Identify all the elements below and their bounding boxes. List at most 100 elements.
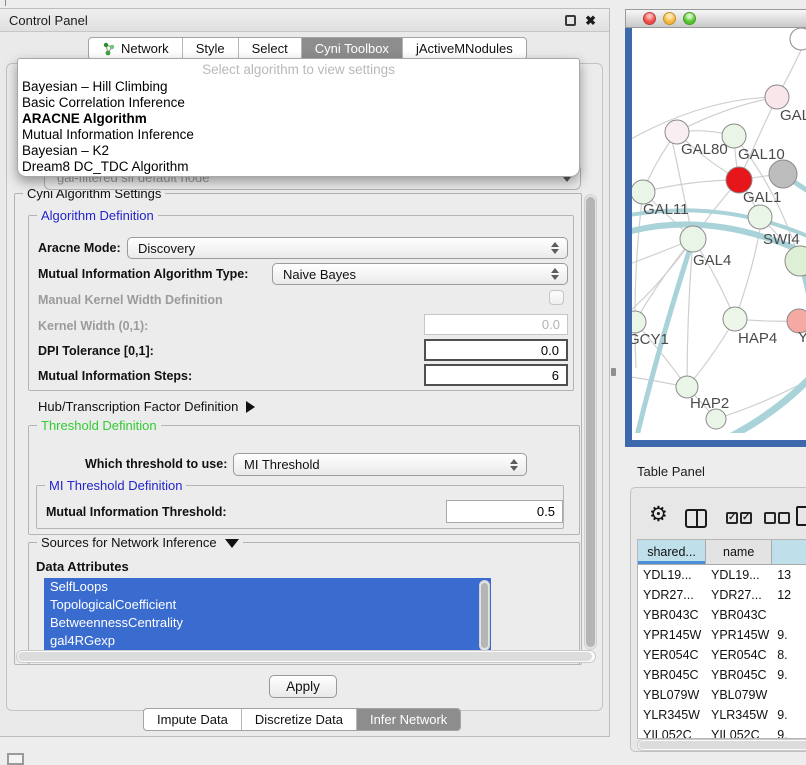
algorithm-option-mutual-information[interactable]: Mutual Information Inference [18, 127, 579, 143]
table-row[interactable]: YER054CYER054C8. [638, 645, 806, 665]
data-attributes-scrollbar-thumb[interactable] [481, 583, 488, 648]
tab-impute-data[interactable]: Impute Data [144, 709, 242, 730]
table-cell: YER054C [638, 648, 706, 662]
settings-vertical-scrollbar[interactable] [584, 194, 597, 650]
data-attribute-item[interactable]: SelfLoops [44, 578, 491, 596]
network-edge[interactable] [643, 180, 739, 192]
window-close-icon[interactable] [643, 12, 656, 25]
algorithm-option-bayesian-hill-climbing[interactable]: Bayesian – Hill Climbing [18, 79, 579, 95]
algorithm-option-aracne[interactable]: ARACNE Algorithm [18, 111, 579, 127]
mi-threshold-definition-title: MI Threshold Definition [45, 478, 186, 493]
table-row[interactable]: YBL079WYBL079W [638, 685, 806, 705]
tab-discretize-data[interactable]: Discretize Data [242, 709, 357, 730]
control-panel-title: Control Panel [0, 13, 88, 28]
network-edge[interactable] [632, 239, 693, 316]
expand-arrow-icon[interactable] [246, 401, 255, 413]
tab-infer-network[interactable]: Infer Network [357, 709, 460, 730]
table-row[interactable]: YIL052CYIL052C9. [638, 725, 806, 739]
unchecked-checkbox-icon[interactable] [764, 512, 776, 524]
float-window-icon[interactable] [565, 15, 576, 26]
table-row[interactable]: YLR345WYLR345W9. [638, 705, 806, 725]
mi-threshold-field[interactable]: 0.5 [446, 500, 563, 523]
dpi-tolerance-label: DPI Tolerance [0,1]: [38, 344, 154, 358]
network-edge[interactable] [693, 239, 735, 319]
network-node-swi4[interactable] [748, 205, 772, 229]
network-node-gcy1[interactable] [632, 311, 646, 333]
settings-vertical-scrollbar-thumb[interactable] [586, 197, 595, 647]
window-zoom-icon[interactable] [683, 12, 696, 25]
network-node-gal4[interactable] [680, 226, 706, 252]
network-window-titlebar[interactable] [625, 9, 806, 28]
settings-gear-icon[interactable]: ⚙ [649, 505, 668, 525]
table-row[interactable]: YDL19...YDL19...13 [638, 565, 806, 585]
settings-horizontal-scrollbar-thumb[interactable] [18, 652, 592, 661]
table-row[interactable]: YDR27...YDR27...12 [638, 585, 806, 605]
network-node-label: Y [798, 329, 806, 346]
settings-horizontal-scrollbar[interactable] [16, 650, 596, 663]
network-node-gal[interactable] [765, 85, 789, 109]
algorithm-option-basic-correlation[interactable]: Basic Correlation Inference [18, 95, 579, 111]
network-node-hap4[interactable] [723, 307, 747, 331]
network-node[interactable] [790, 28, 806, 50]
split-columns-icon[interactable] [685, 509, 707, 528]
mi-steps-field[interactable]: 6 [424, 364, 568, 386]
algorithm-option-bayesian-k2[interactable]: Bayesian – K2 [18, 143, 579, 159]
table-cell: YBR045C [706, 668, 772, 682]
hub-transcription-factor-section[interactable]: Hub/Transcription Factor Definition [38, 399, 255, 414]
network-node[interactable] [769, 160, 797, 188]
node-table-body: YDL19...YDL19...13YDR27...YDR27...12YBR0… [638, 565, 806, 739]
close-icon[interactable]: ✖ [585, 15, 596, 26]
network-edge[interactable] [735, 229, 760, 319]
window-minimize-icon[interactable] [663, 12, 676, 25]
tab-select[interactable]: Select [239, 38, 302, 59]
panel-divider-grip[interactable] [611, 368, 616, 376]
apply-button[interactable]: Apply [269, 675, 337, 698]
network-node[interactable] [706, 409, 726, 429]
dpi-tolerance-field[interactable]: 0.0 [424, 339, 568, 361]
manual-kernel-width-checkbox[interactable] [549, 290, 564, 305]
table-horizontal-scrollbar[interactable] [637, 739, 806, 751]
column-header-shared-name[interactable]: shared... [638, 540, 706, 565]
network-node-label: GAL80 [681, 141, 728, 158]
table-row[interactable]: YBR045CYBR045C9. [638, 665, 806, 685]
partial-corner-icon[interactable] [7, 753, 24, 765]
data-attributes-label: Data Attributes [36, 559, 129, 574]
collapse-arrow-icon[interactable] [225, 539, 239, 548]
tab-cyni-toolbox[interactable]: Cyni Toolbox [302, 38, 403, 59]
table-row[interactable]: YBR043CYBR043C [638, 605, 806, 625]
table-cell: YIL052C [638, 728, 706, 739]
column-header-partial[interactable] [772, 540, 806, 565]
data-attributes-list[interactable]: SelfLoopsTopologicalCoefficientBetweenne… [44, 578, 491, 653]
document-icon[interactable] [796, 506, 806, 526]
aracne-mode-combobox[interactable]: Discovery [127, 237, 568, 259]
combo-arrows-icon [510, 459, 518, 471]
data-attribute-item[interactable]: TopologicalCoefficient [44, 596, 491, 614]
control-panel-titlebar[interactable]: Control Panel ✖ [0, 9, 609, 32]
table-cell: YLR345W [638, 708, 706, 722]
algorithm-option-dream8[interactable]: Dream8 DC_TDC Algorithm [18, 159, 579, 175]
network-canvas[interactable]: GALGAL80GAL10GAL1GAL11SWI4GAL4HAP4YGCY1H… [632, 28, 806, 433]
table-horizontal-scrollbar-thumb[interactable] [639, 741, 806, 749]
table-cell: 9. [772, 628, 806, 642]
tab-jactivemnodules[interactable]: jActiveMNodules [403, 38, 526, 59]
network-node-label: GCY1 [632, 331, 669, 348]
checked-checkbox-icon[interactable]: ✓ [740, 512, 752, 524]
table-row[interactable]: YPR145WYPR145W9. [638, 625, 806, 645]
which-threshold-combobox[interactable]: MI Threshold [233, 453, 527, 476]
network-node[interactable] [785, 246, 806, 276]
data-attribute-item[interactable]: BetweennessCentrality [44, 614, 491, 632]
data-attributes-scrollbar[interactable] [479, 580, 490, 651]
network-edge[interactable] [632, 97, 777, 143]
network-node-gal10[interactable] [722, 124, 746, 148]
tab-network[interactable]: Network [89, 38, 183, 59]
unchecked-checkbox-icon[interactable] [778, 512, 790, 524]
tab-style[interactable]: Style [183, 38, 239, 59]
network-node-label: HAP4 [738, 330, 777, 347]
checked-checkbox-icon[interactable]: ✓ [726, 512, 738, 524]
mi-algorithm-type-combobox[interactable]: Naive Bayes [272, 263, 568, 285]
table-cell: YDR27... [638, 588, 706, 602]
tab-infer-network-label: Infer Network [370, 712, 447, 727]
column-header-name[interactable]: name [706, 540, 772, 565]
data-attribute-item[interactable]: gal4RGexp [44, 632, 491, 650]
kernel-width-field[interactable]: 0.0 [424, 314, 568, 335]
